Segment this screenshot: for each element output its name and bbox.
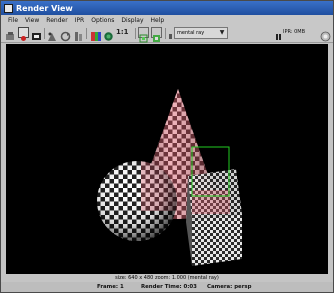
- menu-options[interactable]: Options: [91, 17, 114, 24]
- cube-object: [186, 169, 242, 266]
- rgb-channel-icon[interactable]: [90, 27, 101, 41]
- render-settings-icon[interactable]: [47, 27, 58, 41]
- renderer-dropdown[interactable]: mental ray ▼: [174, 27, 228, 39]
- render-viewport[interactable]: [6, 44, 328, 274]
- app-icon: [4, 3, 13, 13]
- menu-help[interactable]: Help: [151, 17, 165, 24]
- real-size-button[interactable]: 1:1: [116, 27, 132, 38]
- keep-image-icon[interactable]: [73, 27, 84, 41]
- redo-render-icon[interactable]: [5, 27, 16, 40]
- render-region-icon[interactable]: [18, 27, 29, 41]
- alpha-channel-icon[interactable]: [103, 27, 114, 41]
- menu-view[interactable]: View: [25, 17, 39, 24]
- status-bar: Frame: 1 Render Time: 0:03 Camera: persp: [1, 282, 333, 292]
- render-time-label: Render Time: 0:03: [141, 284, 197, 290]
- snapshot-camera-icon: [168, 27, 173, 39]
- rendered-image: [97, 89, 242, 266]
- menu-display[interactable]: Display: [121, 17, 143, 24]
- display-region-icon[interactable]: [138, 27, 149, 43]
- ipr-region-icon[interactable]: [151, 27, 162, 42]
- pause-icon[interactable]: [276, 27, 282, 40]
- image-info: size: 640 x 480 zoom: 1.000 (mental ray): [115, 275, 219, 281]
- snapshot-icon[interactable]: [31, 27, 42, 40]
- menu-file[interactable]: File: [8, 17, 18, 24]
- menu-bar: File View Render IPR Options Display Hel…: [1, 15, 333, 25]
- menu-ipr[interactable]: IPR: [75, 17, 85, 24]
- ipr-memory: IPR: 0MB: [283, 29, 306, 35]
- renderer-value: mental ray: [177, 30, 205, 36]
- window-title: Render View: [16, 3, 73, 13]
- camera-label: Camera: persp: [207, 284, 252, 290]
- toolbar: 1:1 mental ray ▼ IPR: 0MB: [1, 25, 333, 43]
- menu-render[interactable]: Render: [46, 17, 67, 24]
- title-bar: Render View: [1, 1, 333, 15]
- chevron-down-icon: ▼: [219, 29, 225, 36]
- render-view-window: Render View File View Render IPR Options…: [0, 0, 334, 293]
- refresh-icon[interactable]: [60, 27, 71, 42]
- ipr-status-icon[interactable]: [320, 27, 331, 42]
- frame-label: Frame: 1: [97, 284, 124, 290]
